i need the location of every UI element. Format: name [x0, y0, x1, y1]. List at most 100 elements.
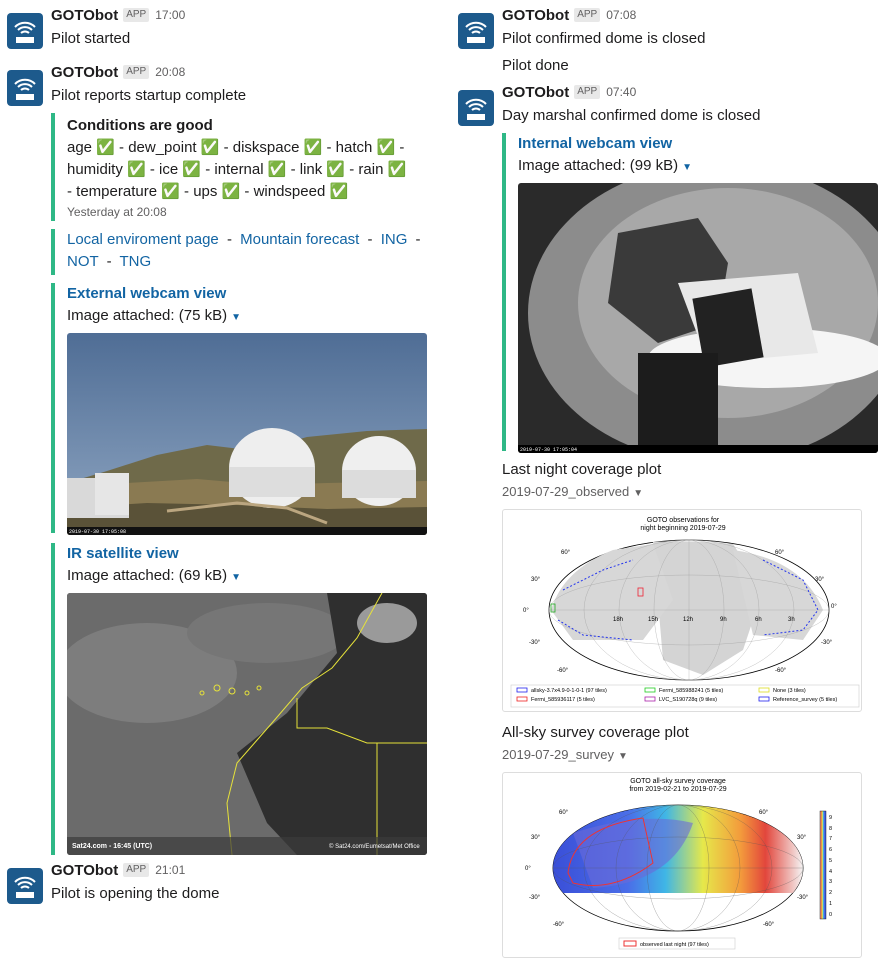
bot-avatar[interactable] — [7, 13, 43, 49]
legend-item: LVC_S190728q (9 tiles) — [659, 697, 717, 703]
lat-label: 60° — [559, 810, 569, 816]
link-local-environment[interactable]: Local enviroment page — [67, 231, 219, 248]
webcam-timestamp: 2019-07-30 17:05:04 — [520, 447, 577, 453]
legend-item: Reference_survey (5 tiles) — [773, 697, 837, 703]
lat-label: 30° — [797, 835, 807, 841]
chevron-down-icon[interactable]: ▼ — [231, 312, 241, 323]
lon-label: 18h — [613, 617, 623, 623]
chevron-down-icon[interactable]: ▼ — [633, 488, 643, 499]
lat-label: -30° — [529, 895, 541, 901]
lat-label: -60° — [557, 668, 569, 674]
app-badge: APP — [574, 85, 601, 99]
message-pilot-started: GOTObot APP 17:00 Pilot started — [0, 6, 440, 57]
plot2-image[interactable]: GOTO all-sky survey coverage from 2019-0… — [502, 772, 862, 958]
bot-name[interactable]: GOTObot — [51, 862, 118, 879]
bot-name[interactable]: GOTObot — [502, 84, 569, 101]
external-webcam-image[interactable]: 2019-07-30 17:05:08 — [67, 333, 427, 535]
timestamp[interactable]: 07:40 — [606, 85, 636, 99]
lat-label: -30° — [821, 640, 833, 646]
satellite-copyright: © Sat24.com/Eumetsat/Met Office — [329, 843, 420, 850]
plot2-title: All-sky survey coverage plot — [502, 724, 689, 741]
separator: - — [415, 231, 421, 248]
lat-label: -60° — [775, 668, 787, 674]
lat-label: 60° — [561, 550, 571, 556]
chevron-down-icon[interactable]: ▼ — [231, 572, 241, 583]
app-badge: APP — [123, 65, 150, 79]
external-webcam-attachment: External webcam view Image attached: (75… — [51, 283, 440, 535]
legend-item: Fermi_585936117 (5 tiles) — [531, 697, 595, 703]
image-caption: Image attached: (75 kB) — [67, 307, 228, 324]
bot-name[interactable]: GOTObot — [502, 7, 569, 24]
link-not[interactable]: NOT — [67, 253, 98, 270]
lon-label: 12h — [683, 617, 693, 623]
app-badge: APP — [574, 8, 601, 22]
conditions-title: Conditions are good — [67, 117, 213, 134]
message-text: Pilot reports startup complete — [51, 87, 247, 104]
timestamp[interactable]: 21:01 — [155, 863, 185, 877]
image-caption: Image attached: (99 kB) — [518, 157, 679, 174]
colorbar-label: 0 — [829, 912, 832, 918]
wifi-icon — [14, 876, 36, 898]
internal-webcam-attachment: Internal webcam view Image attached: (99… — [502, 133, 884, 453]
lat-label: -60° — [553, 922, 565, 928]
timestamp[interactable]: 17:00 — [155, 8, 185, 22]
colorbar-label: 2 — [829, 890, 832, 896]
ir-satellite-image[interactable]: Sat24.com - 16:45 (UTC) © Sat24.com/Eume… — [67, 593, 427, 855]
image-caption: Image attached: (69 kB) — [67, 567, 228, 584]
app-badge: APP — [123, 8, 150, 22]
message-day-marshal: GOTObot APP 07:40 Day marshal confirmed do… — [451, 83, 884, 958]
message-text: Pilot started — [51, 30, 131, 47]
bot-avatar[interactable] — [458, 90, 494, 126]
left-column: GOTObot APP 17:00 Pilot started GOTObot APP… — [0, 0, 440, 905]
lat-label: 60° — [759, 810, 769, 816]
lon-label: 6h — [755, 617, 762, 623]
lon-label: 15h — [648, 617, 658, 623]
legend-item: Fermi_585988241 (5 tiles) — [659, 688, 723, 694]
bot-name[interactable]: GOTObot — [51, 64, 118, 81]
lat-label: -60° — [763, 922, 775, 928]
lat-label: 0° — [523, 608, 529, 614]
plot1-title: Last night coverage plot — [502, 461, 662, 478]
timestamp[interactable]: 20:08 — [155, 65, 185, 79]
bot-avatar[interactable] — [7, 70, 43, 106]
plot1-block: Last night coverage plot 2019-07-29_obse… — [502, 459, 884, 712]
plot1-file[interactable]: 2019-07-29_observed — [502, 484, 629, 499]
colorbar-label: 5 — [829, 858, 832, 864]
message-opening-dome: GOTObot APP 21:01 Pilot is opening the dom… — [0, 861, 440, 905]
external-webcam-title[interactable]: External webcam view — [67, 283, 440, 305]
link-tng[interactable]: TNG — [119, 253, 151, 270]
message-text: Pilot done — [502, 57, 569, 74]
separator: - — [367, 231, 373, 248]
wifi-icon — [465, 21, 487, 43]
chevron-down-icon[interactable]: ▼ — [618, 751, 628, 762]
legend-item: None (3 tiles) — [773, 688, 806, 694]
lat-label: -30° — [797, 895, 809, 901]
message-dome-closed: GOTObot APP 07:08 Pilot confirmed dome is … — [451, 6, 884, 77]
bot-avatar[interactable] — [7, 868, 43, 904]
timestamp[interactable]: 07:08 — [606, 8, 636, 22]
chevron-down-icon[interactable]: ▼ — [682, 162, 692, 173]
internal-webcam-image[interactable]: 2019-07-30 17:05:04 — [518, 183, 878, 453]
webcam-timestamp: 2019-07-30 17:05:08 — [69, 529, 126, 535]
bot-name[interactable]: GOTObot — [51, 7, 118, 24]
lat-label: 30° — [815, 577, 825, 583]
lat-label: 30° — [531, 835, 541, 841]
plot1-image[interactable]: GOTO observations for night beginning 20… — [502, 509, 862, 712]
lat-label: 30° — [531, 577, 541, 583]
link-ing[interactable]: ING — [381, 231, 408, 248]
colorbar-label: 1 — [829, 901, 832, 907]
bot-avatar[interactable] — [458, 13, 494, 49]
link-mountain-forecast[interactable]: Mountain forecast — [240, 231, 359, 248]
lat-label: 0° — [525, 866, 531, 872]
plot2-file[interactable]: 2019-07-29_survey — [502, 747, 614, 762]
internal-webcam-title[interactable]: Internal webcam view — [518, 133, 884, 155]
plot1-heading: night beginning 2019-07-29 — [640, 525, 725, 532]
lat-label: 60° — [775, 550, 785, 556]
legend-item: observed last night (97 tiles) — [640, 942, 709, 948]
plot1-heading: GOTO observations for — [647, 517, 720, 524]
wifi-icon — [465, 98, 487, 120]
conditions-attachment: Conditions are good age ✅ - dew_point ✅ … — [51, 113, 440, 221]
separator: - — [106, 253, 112, 270]
ir-satellite-title[interactable]: IR satellite view — [67, 543, 440, 565]
links-attachment: Local enviroment page - Mountain forecas… — [51, 229, 440, 275]
